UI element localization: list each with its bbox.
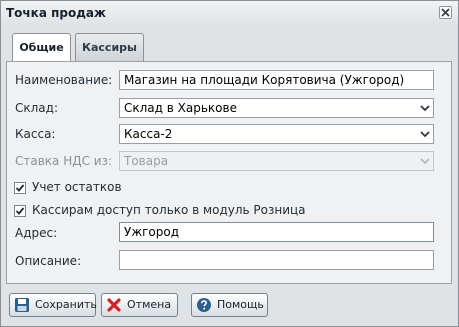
tab-strip: Общие Кассиры bbox=[6, 30, 452, 61]
retail-only-label: Кассирам доступ только в модуль Розница bbox=[32, 203, 306, 217]
cashbox-select[interactable]: Касса-2 bbox=[119, 124, 434, 144]
tab-general[interactable]: Общие bbox=[12, 33, 71, 61]
save-button-label: Сохранить bbox=[35, 298, 97, 311]
cashbox-value: Касса-2 bbox=[124, 127, 173, 141]
floppy-disk-icon bbox=[15, 298, 29, 312]
name-field[interactable]: Магазин на площади Корятовича (Ужгород) bbox=[119, 70, 434, 90]
checkmark-icon bbox=[15, 184, 25, 192]
dialog-title: Точка продаж bbox=[6, 6, 106, 20]
address-field[interactable]: Ужгород bbox=[119, 222, 434, 242]
chevron-down-icon[interactable] bbox=[417, 125, 433, 143]
general-tab-panel: Наименование: Магазин на площади Корятов… bbox=[6, 61, 452, 284]
vat-select: Товара bbox=[119, 151, 434, 171]
checkmark-icon bbox=[15, 207, 25, 215]
title-bar[interactable]: Точка продаж bbox=[1, 1, 458, 25]
description-field[interactable] bbox=[119, 250, 434, 270]
chevron-down-icon bbox=[420, 158, 430, 165]
save-button[interactable]: Сохранить bbox=[9, 293, 97, 317]
vat-value: Товара bbox=[124, 154, 169, 168]
stock-tracking-checkbox[interactable] bbox=[14, 182, 26, 194]
warehouse-value: Склад в Харькове bbox=[124, 101, 237, 115]
sales-point-dialog: Точка продаж Общие Кассиры Наименование:… bbox=[0, 0, 459, 327]
warehouse-label: Склад: bbox=[15, 101, 58, 115]
close-icon bbox=[441, 8, 450, 17]
tab-cashiers[interactable]: Кассиры bbox=[75, 33, 144, 61]
red-x-icon bbox=[107, 298, 121, 312]
help-button[interactable]: Помощь bbox=[191, 293, 268, 317]
question-mark-icon bbox=[197, 298, 211, 312]
name-label: Наименование: bbox=[15, 73, 113, 87]
address-label: Адрес: bbox=[15, 226, 58, 240]
chevron-down-icon[interactable] bbox=[417, 99, 433, 117]
close-button[interactable] bbox=[439, 6, 452, 19]
dialog-footer: Сохранить Отмена Помощь bbox=[1, 284, 458, 326]
cancel-button-label: Отмена bbox=[127, 298, 172, 311]
retail-only-checkbox[interactable] bbox=[14, 205, 26, 217]
description-label: Описание: bbox=[15, 254, 82, 268]
warehouse-select[interactable]: Склад в Харькове bbox=[119, 98, 434, 118]
vat-label: Ставка НДС из: bbox=[15, 154, 113, 168]
stock-tracking-label: Учет остатков bbox=[32, 180, 122, 194]
help-button-label: Помощь bbox=[217, 298, 264, 311]
cashbox-label: Касса: bbox=[15, 127, 56, 141]
cancel-button[interactable]: Отмена bbox=[101, 293, 178, 317]
